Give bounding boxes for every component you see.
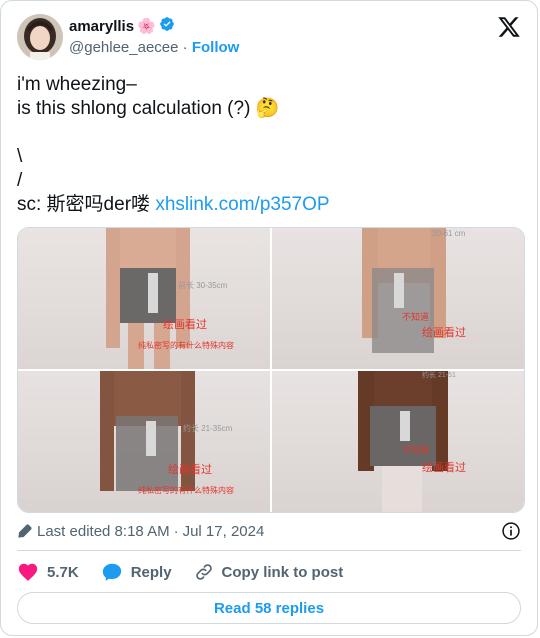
like-count: 5.7K	[47, 563, 79, 581]
name-emoji: 🌸	[137, 18, 156, 35]
info-icon[interactable]	[501, 521, 521, 541]
author-handle-row: @gehlee_aecee · Follow	[69, 38, 239, 58]
copy-link-label: Copy link to post	[221, 563, 344, 581]
meta-separator: ·	[173, 522, 179, 540]
media-label: 纯私密写的有什么特殊内容	[138, 340, 234, 350]
media-image-1[interactable]: 前长 30-35cm 绘画看过 纯私密写的有什么特殊内容	[18, 228, 270, 369]
reply-label: Reply	[130, 563, 172, 581]
edited-label[interactable]: Last edited 8:18 AM	[37, 523, 170, 540]
divider	[17, 550, 521, 551]
media-label: 纯私密写的有什么特殊内容	[138, 485, 234, 495]
read-replies-button[interactable]: Read 58 replies	[17, 592, 521, 624]
tweet-line: is this shlong calculation (?) 🤔	[17, 98, 280, 119]
media-label: 绘画看过	[422, 325, 466, 339]
author-display-name[interactable]: amaryllis	[69, 17, 134, 37]
media-label: 绘画看过	[163, 317, 207, 331]
tweet-card: amaryllis 🌸 @gehlee_aecee · Follow i'm w…	[0, 0, 538, 636]
tweet-actions: 5.7K Reply Copy link to post	[17, 559, 521, 585]
media-label: 绘画看过	[168, 462, 212, 476]
reply-button[interactable]: Reply	[101, 561, 172, 583]
tweet-text: i'm wheezing– is this shlong calculation …	[17, 73, 521, 217]
tweet-line: i'm wheezing–	[17, 74, 137, 95]
source-link[interactable]: xhslink.com/p357OP	[155, 194, 329, 215]
media-label: 不知道	[402, 311, 429, 323]
media-image-4[interactable]: 约长 21-51 不知道 绘画看过	[272, 371, 524, 512]
media-label: 前长 30-35cm	[178, 280, 228, 290]
media-label: 不知道	[402, 444, 429, 456]
x-logo-icon[interactable]	[497, 15, 521, 39]
media-grid: 前长 30-35cm 绘画看过 纯私密写的有什么特殊内容 30-61 cm 不知…	[17, 227, 525, 513]
author-avatar[interactable]	[17, 14, 63, 60]
author-names: amaryllis 🌸 @gehlee_aecee · Follow	[69, 16, 239, 58]
media-image-3[interactable]: 约长 21-35cm 绘画看过 纯私密写的有什么特殊内容	[18, 371, 270, 512]
copy-link-button[interactable]: Copy link to post	[194, 562, 344, 582]
media-image-2[interactable]: 30-61 cm 不知道 绘画看过	[272, 228, 524, 369]
follow-button[interactable]: Follow	[192, 39, 240, 56]
pencil-icon	[17, 523, 33, 539]
tweet-line: /	[17, 170, 23, 191]
tweet-meta: Last edited 8:18 AM · Jul 17, 2024	[17, 519, 521, 543]
tweet-date[interactable]: Jul 17, 2024	[183, 523, 265, 540]
media-label: 约长 21-51	[422, 371, 456, 379]
tweet-line: \	[17, 146, 23, 167]
tweet-source-line: sc: 斯密吗der喽 xhslink.com/p357OP	[17, 193, 521, 217]
media-label: 约长 21-35cm	[183, 423, 233, 433]
heart-icon	[18, 563, 38, 581]
media-label: 30-61 cm	[432, 229, 466, 238]
like-button[interactable]: 5.7K	[17, 561, 79, 583]
tweet-header: amaryllis 🌸 @gehlee_aecee · Follow	[17, 13, 521, 61]
author-display-name-row[interactable]: amaryllis 🌸	[69, 16, 239, 38]
author-handle[interactable]: @gehlee_aecee	[69, 39, 178, 56]
media-label: 绘画看过	[422, 460, 466, 474]
reply-bubble-icon	[102, 563, 121, 581]
handle-separator: ·	[182, 39, 188, 56]
source-prefix: sc: 斯密吗der喽	[17, 194, 156, 215]
verified-badge-icon	[159, 16, 175, 38]
link-icon	[195, 564, 212, 580]
